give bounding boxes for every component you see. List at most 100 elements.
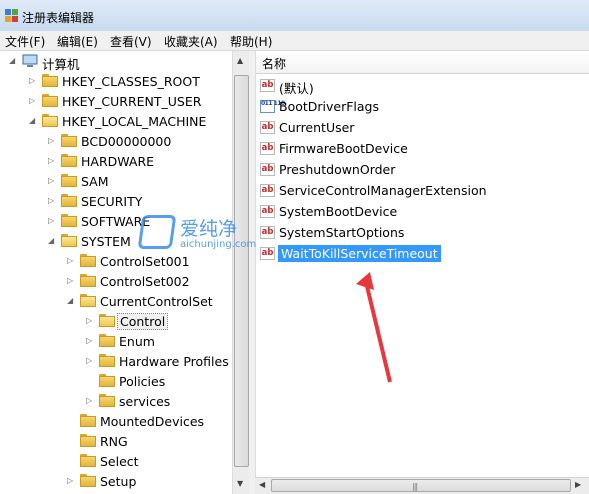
folder-icon [99, 374, 115, 387]
folder-open-icon [42, 114, 58, 127]
tree-node-label: MountedDevices [100, 414, 205, 429]
scroll-left-icon[interactable]: ◀ [259, 480, 265, 489]
tree-vertical-scrollbar[interactable]: ▲ ▼ [232, 51, 249, 494]
folder-icon [42, 74, 58, 87]
tree-node-label: Select [100, 454, 139, 469]
value-name: WaitToKillServiceTimeout [278, 245, 441, 262]
expand-arrow-icon[interactable]: ▷ [48, 136, 54, 145]
scroll-down-icon[interactable]: ▼ [237, 479, 243, 488]
registry-editor-icon [5, 9, 18, 22]
values-horizontal-scrollbar[interactable]: ◀ ||| ▶ [255, 477, 589, 494]
tree-node-label: CurrentControlSet [100, 294, 213, 309]
values-pane[interactable]: 名称 ab (默认) 011 110 BootDriverFlags ab Cu… [255, 51, 589, 494]
value-name: ServiceControlManagerExtension [279, 183, 487, 198]
folder-open-icon [61, 234, 77, 247]
column-header-name[interactable]: 名称 [256, 51, 589, 74]
menu-file[interactable]: 文件(F) [5, 33, 45, 50]
folder-open-icon [80, 294, 96, 307]
expand-arrow-icon[interactable]: ▷ [48, 176, 54, 185]
menu-bar: 文件(F) 编辑(E) 查看(V) 收藏夹(A) 帮助(H) [0, 31, 589, 51]
folder-icon [80, 474, 96, 487]
scroll-thumb[interactable] [234, 75, 249, 467]
menu-edit[interactable]: 编辑(E) [57, 33, 98, 50]
folder-icon [80, 454, 96, 467]
expand-arrow-icon[interactable]: ▷ [86, 336, 92, 345]
folder-icon [61, 194, 77, 207]
string-value-icon: ab [260, 163, 275, 176]
menu-help[interactable]: 帮助(H) [230, 33, 272, 50]
tree-node-label: Setup [100, 474, 137, 489]
watermark-logo-icon [137, 215, 177, 249]
expand-arrow-icon[interactable]: ▷ [67, 276, 73, 285]
tree-node-label: SYSTEM [81, 234, 131, 249]
string-value-icon: ab [260, 121, 275, 134]
value-name: SystemStartOptions [279, 225, 405, 240]
scroll-right-icon[interactable]: ▶ [575, 480, 581, 489]
tree-node-label: services [119, 394, 171, 409]
expand-arrow-icon[interactable]: ▷ [48, 216, 54, 225]
expand-arrow-icon[interactable]: ▷ [29, 96, 35, 105]
tree-node-label: Hardware Profiles [119, 354, 229, 369]
computer-icon [22, 54, 38, 67]
folder-icon [80, 254, 96, 267]
expand-arrow-icon[interactable]: ▷ [86, 396, 92, 405]
string-value-icon: ab [260, 142, 275, 155]
expand-arrow-icon[interactable]: ▷ [67, 256, 73, 265]
scroll-up-icon[interactable]: ▲ [237, 56, 243, 65]
binary-value-icon: 011 110 [260, 100, 285, 113]
tree-node-label: Control [117, 313, 169, 330]
collapse-arrow-icon[interactable]: ◢ [48, 236, 54, 245]
tree-node-label: ControlSet001 [100, 254, 190, 269]
tree-node-label: RNG [100, 434, 128, 449]
scroll-thumb[interactable]: ||| [271, 479, 571, 492]
expand-arrow-icon[interactable]: ▷ [29, 76, 35, 85]
grip-icon: ||| [412, 482, 418, 491]
folder-open-icon [99, 314, 115, 327]
expand-arrow-icon[interactable]: ▷ [48, 156, 54, 165]
expand-arrow-icon[interactable]: ▷ [48, 196, 54, 205]
tree-node-label: HARDWARE [81, 154, 155, 169]
expand-arrow-icon[interactable]: ▷ [86, 356, 92, 365]
tree-node-label: ControlSet002 [100, 274, 190, 289]
menu-favorites[interactable]: 收藏夹(A) [164, 33, 218, 50]
folder-icon [42, 94, 58, 107]
folder-icon [99, 334, 115, 347]
value-name: SystemBootDevice [279, 204, 398, 219]
folder-icon [80, 434, 96, 447]
tree-node-label: HKEY_CURRENT_USER [62, 94, 202, 109]
column-header-label: 名称 [262, 57, 287, 71]
tree-node-label: Policies [119, 374, 166, 389]
folder-icon [61, 134, 77, 147]
title-bar: 注册表编辑器 [0, 0, 589, 31]
value-name: (默认) [279, 81, 314, 96]
tree-node-label: HKEY_CLASSES_ROOT [62, 74, 200, 89]
watermark-url: aichunjing.com [180, 239, 257, 250]
tree-node-label: 计算机 [42, 57, 80, 72]
tree-node-label: HKEY_LOCAL_MACHINE [62, 114, 207, 129]
value-name: PreshutdownOrder [279, 162, 396, 177]
window-title: 注册表编辑器 [22, 11, 95, 25]
folder-icon [99, 394, 115, 407]
folder-icon [99, 354, 115, 367]
folder-icon [61, 214, 77, 227]
value-name: BootDriverFlags [279, 99, 380, 114]
expand-arrow-icon[interactable]: ▷ [86, 316, 92, 325]
tree-node-label: Enum [119, 334, 155, 349]
tree-node-label: SECURITY [81, 194, 143, 209]
collapse-arrow-icon[interactable]: ◢ [9, 56, 15, 65]
folder-icon [80, 414, 96, 427]
registry-tree[interactable]: ◢ 计算机 ▷ HKEY_CLASSES_ROOT ▷ HKEY_CURRENT… [0, 51, 232, 494]
folder-icon [80, 274, 96, 287]
value-name: CurrentUser [279, 120, 355, 135]
string-value-icon: ab [260, 184, 275, 197]
collapse-arrow-icon[interactable]: ◢ [67, 296, 73, 305]
folder-icon [61, 154, 77, 167]
string-value-icon: ab [260, 79, 275, 92]
collapse-arrow-icon[interactable]: ◢ [29, 116, 35, 125]
expand-arrow-icon[interactable]: ▷ [67, 476, 73, 485]
watermark-text: 爱纯净 [180, 218, 238, 240]
tree-node-label: SAM [81, 174, 109, 189]
menu-view[interactable]: 查看(V) [110, 33, 152, 50]
watermark: 爱纯净 aichunjing.com [137, 213, 268, 255]
folder-icon [61, 174, 77, 187]
